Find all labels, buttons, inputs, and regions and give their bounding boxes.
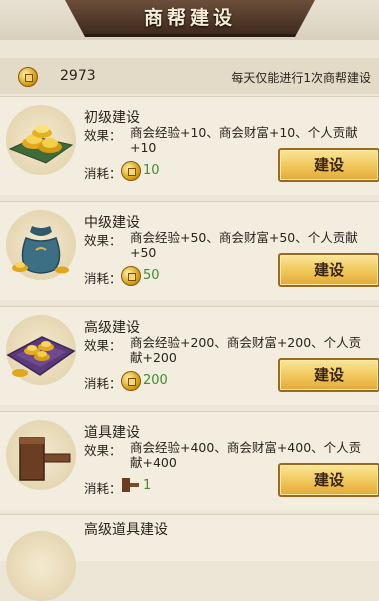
build-button[interactable]: 建设 [278, 358, 379, 392]
info-bar: 2973 每天仅能进行1次商帮建设 [0, 58, 379, 94]
build-title: 中级建设 [84, 215, 140, 231]
item-icon [6, 531, 76, 601]
cost-label: 消耗： [84, 376, 122, 391]
cost-label: 消耗： [84, 271, 122, 286]
gold-ingots-on-cloth-icon [6, 105, 76, 175]
effect-label: 效果： [84, 128, 122, 143]
coin-balance: 2973 [60, 68, 96, 84]
coin-icon [121, 371, 141, 391]
header: 商帮建设 [0, 0, 379, 40]
build-title: 高级道具建设 [84, 522, 168, 538]
cost-value: 50 [143, 268, 160, 283]
cost-label: 消耗： [84, 166, 122, 181]
hammer-icon [122, 478, 139, 492]
build-option-item: 道具建设 效果： 商会经验+400、商会财富+400、个人贡献+400 消耗： … [0, 411, 379, 510]
build-title: 高级建设 [84, 320, 140, 336]
treasure-box-icon [6, 315, 76, 385]
build-option-advanced-item: 高级道具建设 [0, 514, 379, 601]
effect-label: 效果： [84, 233, 122, 248]
wooden-hammer-icon [6, 420, 76, 490]
coin-icon [18, 67, 38, 87]
build-button[interactable]: 建设 [278, 463, 379, 497]
build-title: 道具建设 [84, 425, 140, 441]
cost-value: 1 [143, 478, 152, 493]
build-option-intermediate: 中级建设 效果： 商会经验+50、商会财富+50、个人贡献+50 消耗： 50 … [0, 201, 379, 300]
build-option-advanced: 高级建设 效果： 商会经验+200、商会财富+200、个人贡献+200 消耗： … [0, 306, 379, 405]
coin-icon [121, 161, 141, 181]
cost-value: 200 [143, 373, 168, 388]
cost-label: 消耗： [84, 481, 122, 496]
build-option-basic: 初级建设 效果： 商会经验+10、商会财富+10、个人贡献+10 消耗： 10 … [0, 96, 379, 195]
build-button[interactable]: 建设 [278, 253, 379, 287]
effect-label: 效果： [84, 338, 122, 353]
page-title: 商帮建设 [143, 7, 236, 29]
build-button[interactable]: 建设 [278, 148, 379, 182]
daily-limit-notice: 每天仅能进行1次商帮建设 [231, 71, 371, 85]
money-bag-icon [6, 210, 76, 280]
cost-value: 10 [143, 163, 160, 178]
coin-icon [121, 266, 141, 286]
build-title: 初级建设 [84, 110, 140, 126]
effect-label: 效果： [84, 443, 122, 458]
